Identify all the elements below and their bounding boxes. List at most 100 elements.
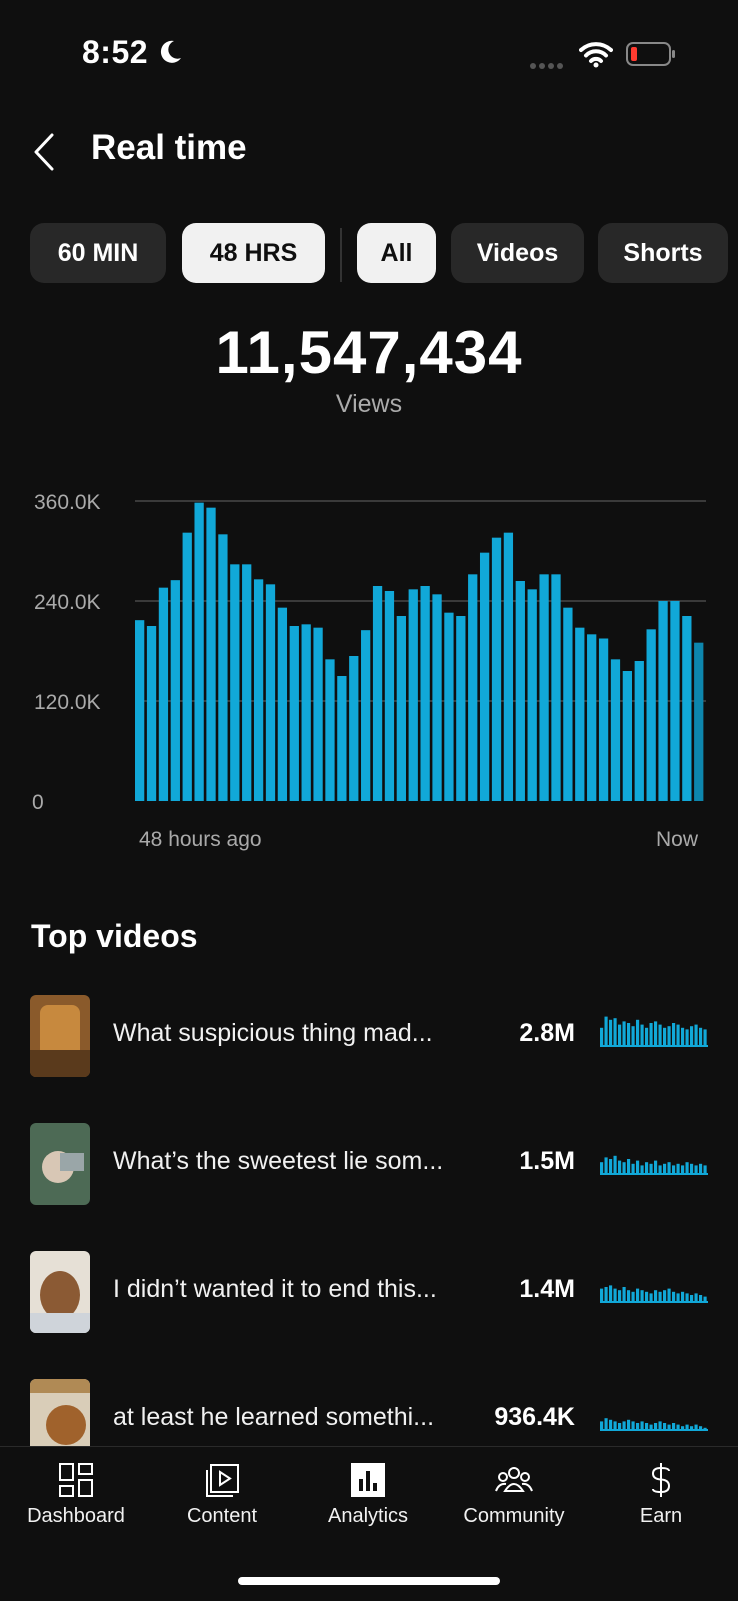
sparkline-bar (631, 1163, 635, 1175)
analytics-icon (351, 1463, 385, 1497)
chart-bar (277, 607, 288, 801)
sparkline-bar (690, 1163, 694, 1175)
video-views: 1.5M (519, 1147, 575, 1175)
sparkline-bar (636, 1288, 640, 1303)
sparkline-bar (645, 1162, 649, 1175)
video-thumbnail (30, 1123, 90, 1205)
sparkline-bar (604, 1016, 608, 1047)
chip-shorts[interactable]: Shorts (598, 223, 728, 283)
chart-bar (194, 502, 204, 801)
sparkline-bar (658, 1291, 662, 1303)
chart-bar (515, 581, 525, 801)
sparkline-bar (654, 1290, 658, 1303)
top-video-row[interactable]: What suspicious thing mad... 2.8M (0, 995, 738, 1105)
x-start-label: 48 hours ago (139, 828, 262, 851)
sparkline-bar (685, 1293, 689, 1303)
sparkline-bar (672, 1023, 676, 1047)
sparkline-bar (600, 1027, 604, 1047)
top-video-row[interactable]: I didn’t wanted it to end this... 1.4M (0, 1251, 738, 1361)
nav-label: Content (186, 1505, 258, 1527)
sparkline-bar (622, 1021, 626, 1047)
top-video-row[interactable]: What’s the sweetest lie som... 1.5M (0, 1123, 738, 1233)
chip-divider (340, 228, 342, 282)
video-sparkline (600, 1155, 708, 1175)
nav-content[interactable]: Content (149, 1461, 295, 1528)
chart-bar (361, 630, 371, 801)
sparkline-bar (640, 1421, 644, 1431)
chip-48-hrs[interactable]: 48 HRS (182, 223, 325, 283)
chart-bar (575, 627, 585, 801)
sparkline-bar (627, 1419, 631, 1431)
views-total: 11,547,434 (215, 319, 523, 386)
nav-earn[interactable]: Earn (588, 1461, 734, 1528)
chart-bar (610, 659, 621, 801)
chart-bar (384, 591, 395, 801)
sparkline-bar (636, 1019, 640, 1047)
chart-bar (301, 624, 311, 801)
sparkline-bar (676, 1024, 680, 1047)
sparkline-bar (609, 1159, 613, 1175)
sparkline-bar (645, 1291, 649, 1303)
sparkline-bar (694, 1024, 698, 1047)
chart-bar (325, 659, 335, 801)
sparkline-bar (627, 1159, 631, 1175)
chart-bar (563, 607, 573, 801)
sparkline-bar (649, 1163, 653, 1175)
sparkline-bar (703, 1296, 707, 1303)
chart-bar (372, 586, 383, 801)
sparkline-bar (600, 1162, 604, 1175)
video-sparkline (600, 1016, 708, 1047)
sparkline-bar (627, 1290, 631, 1303)
video-views: 2.8M (519, 1019, 575, 1047)
chart-bar (206, 507, 216, 801)
chart-bar (658, 601, 668, 801)
sparkline-bar (645, 1027, 649, 1047)
chart-bar (551, 574, 561, 801)
sparkline-bar (672, 1291, 676, 1303)
sparkline-bar (631, 1421, 635, 1431)
content-icon (206, 1464, 239, 1497)
chart-bar (634, 661, 644, 801)
page-title: Real time (91, 128, 247, 167)
chart-bar (242, 564, 252, 801)
sparkline-bar (604, 1418, 608, 1431)
video-sparkline (600, 1418, 708, 1431)
chip-videos[interactable]: Videos (451, 223, 584, 283)
chart-bar (253, 579, 264, 801)
chip-60-min[interactable]: 60 MIN (30, 223, 166, 283)
sparkline-bar (600, 1288, 604, 1303)
nav-label: Community (463, 1505, 565, 1527)
wifi-icon (579, 42, 613, 68)
chart-bar (432, 594, 442, 801)
sparkline-bar (613, 1018, 617, 1047)
nav-dashboard[interactable]: Dashboard (3, 1461, 149, 1528)
sparkline-bar (609, 1419, 613, 1431)
sparkline-bar (654, 1423, 658, 1431)
sparkline-bar (631, 1291, 635, 1303)
video-views: 1.4M (519, 1275, 575, 1303)
video-sparkline (600, 1285, 708, 1303)
chart-bar (218, 534, 228, 801)
chart-bar (349, 656, 359, 801)
sparkline-bar (613, 1288, 617, 1303)
sparkline-bar (694, 1293, 698, 1303)
sparkline-bar (622, 1421, 626, 1431)
back-arrow-icon[interactable] (30, 132, 60, 172)
sparkline-bar (667, 1424, 671, 1431)
sparkline-bar (654, 1021, 658, 1047)
sparkline-bar (699, 1163, 703, 1175)
chip-all[interactable]: All (357, 223, 436, 283)
chart-bar (646, 629, 656, 801)
nav-community[interactable]: Community (441, 1461, 587, 1528)
sparkline-bar (640, 1290, 644, 1303)
sparkline-bar (663, 1290, 667, 1303)
sparkline-bar (636, 1423, 640, 1431)
earn-icon (651, 1463, 671, 1497)
sparkline-bar (694, 1424, 698, 1431)
sparkline-bar (649, 1023, 653, 1047)
top-videos-title: Top videos (31, 918, 198, 954)
sparkline-bar (640, 1165, 644, 1175)
chart-bar (694, 642, 704, 801)
nav-analytics[interactable]: Analytics (295, 1461, 441, 1528)
sparkline-bar (618, 1160, 622, 1175)
